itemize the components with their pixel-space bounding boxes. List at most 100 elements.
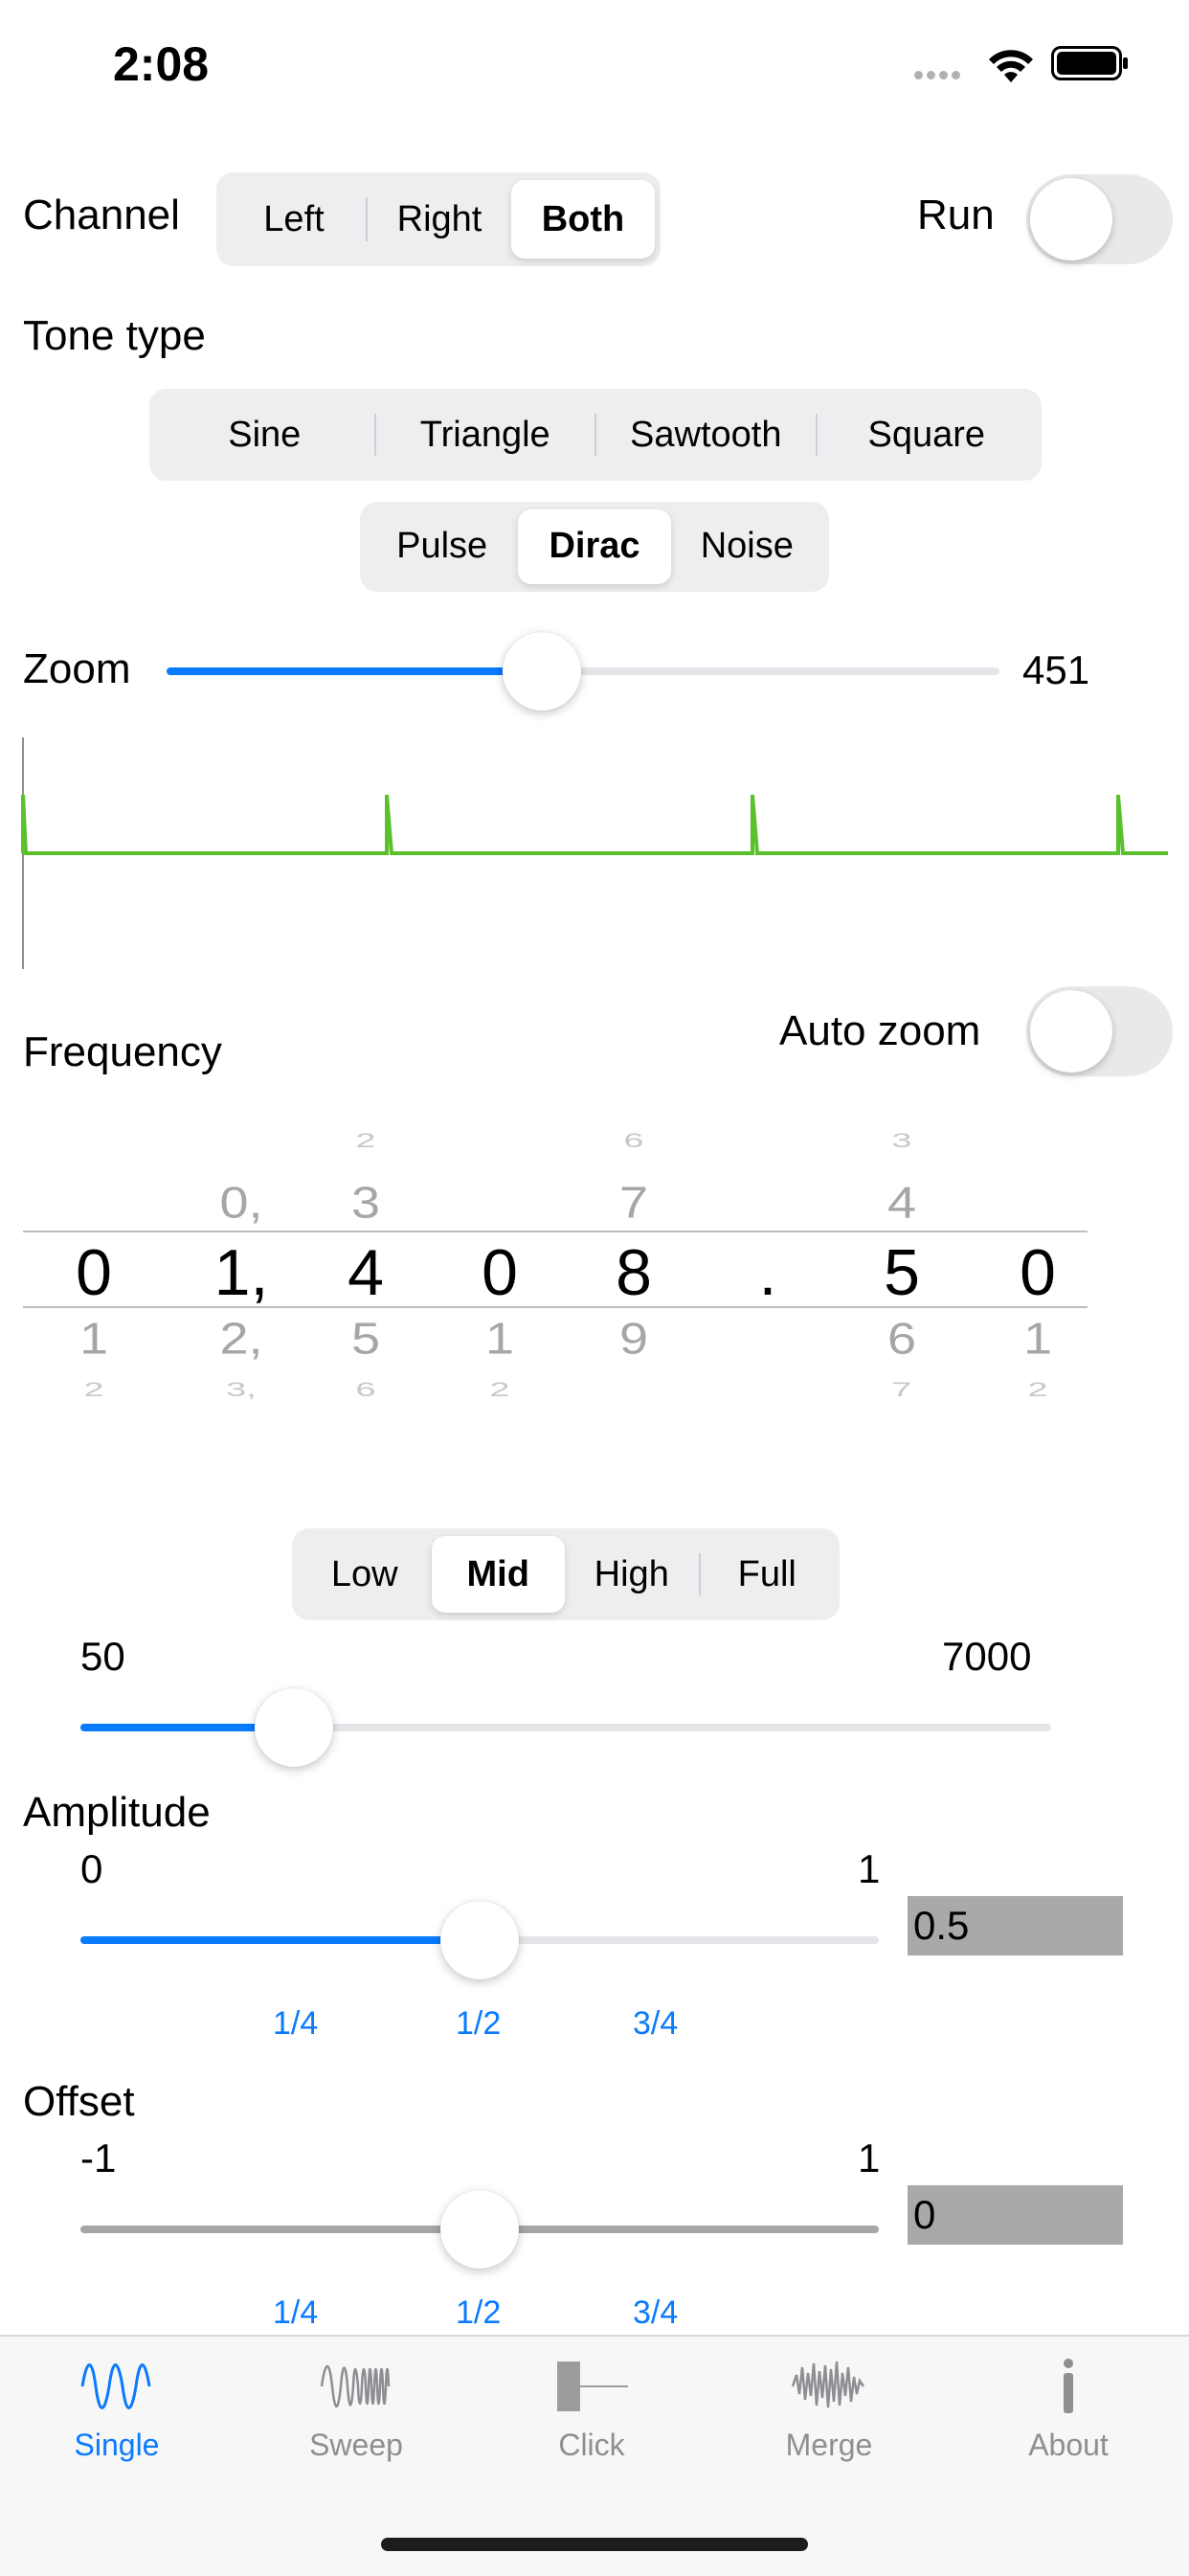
picker-digit: 6: [355, 1378, 376, 1401]
home-indicator: [381, 2538, 808, 2551]
sine-wave-icon: [80, 2363, 151, 2409]
picker-digit: 1: [1022, 1314, 1053, 1364]
tone-noise-option[interactable]: Noise: [671, 509, 823, 585]
picker-digit: 7: [618, 1178, 649, 1228]
offset-half-button[interactable]: 1/2: [456, 2294, 501, 2332]
picker-digit: 2: [1027, 1378, 1048, 1401]
tab-click-label: Click: [558, 2428, 625, 2462]
merge-wave-icon: [791, 2361, 865, 2408]
picker-digit: 1: [79, 1314, 109, 1364]
range-low-option[interactable]: Low: [298, 1536, 432, 1614]
tab-merge[interactable]: Merge: [733, 2358, 925, 2463]
auto-zoom-label: Auto zoom: [779, 1007, 981, 1054]
picker-digit: 5: [350, 1314, 381, 1364]
frequency-slider-thumb[interactable]: [255, 1688, 334, 1767]
wifi-icon: [989, 50, 1033, 82]
channel-both-option[interactable]: Both: [511, 179, 655, 260]
offset-max: 1: [858, 2135, 881, 2181]
range-full-option[interactable]: Full: [701, 1536, 835, 1614]
offset-value-field[interactable]: 0: [908, 2185, 1123, 2245]
channel-left-option[interactable]: Left: [222, 180, 366, 259]
offset-quarter-button[interactable]: 1/4: [273, 2294, 318, 2332]
channel-segmented-control[interactable]: Left Right Both: [216, 172, 661, 266]
amplitude-value-field[interactable]: 0.5: [908, 1896, 1123, 1955]
tab-single-label: Single: [74, 2428, 160, 2462]
offset-slider[interactable]: [80, 2190, 879, 2269]
tone-type-segmented-control-2[interactable]: Pulse Dirac Noise: [360, 502, 829, 592]
waveform-display: [21, 737, 1168, 969]
run-toggle[interactable]: [1026, 174, 1173, 264]
frequency-range-segmented-control[interactable]: Low Mid High Full: [292, 1528, 840, 1620]
frequency-slider[interactable]: [80, 1688, 1051, 1767]
frequency-range-max: 7000: [942, 1634, 1032, 1679]
picker-digit: 6: [886, 1314, 917, 1364]
picker-digit: 6: [623, 1129, 644, 1152]
picker-digit: 2,: [219, 1314, 263, 1364]
status-time: 2:08: [113, 37, 210, 91]
tone-pulse-option[interactable]: Pulse: [366, 509, 518, 585]
channel-right-option[interactable]: Right: [368, 180, 511, 259]
tone-dirac-option[interactable]: Dirac: [518, 508, 671, 585]
zoom-slider-thumb[interactable]: [502, 632, 581, 711]
zoom-slider-fill: [167, 667, 542, 675]
amplitude-quarter-button[interactable]: 1/4: [273, 2005, 318, 2043]
picker-digit: 2: [83, 1378, 104, 1401]
toggle-knob: [1030, 990, 1112, 1073]
tab-sweep-label: Sweep: [309, 2428, 403, 2462]
tab-sweep[interactable]: Sweep: [260, 2358, 452, 2463]
tone-triangle-option[interactable]: Triangle: [376, 396, 595, 474]
picker-selected-digit: 8: [616, 1236, 652, 1309]
offset-label: Offset: [23, 2078, 135, 2125]
picker-selected-digit: 0: [482, 1236, 518, 1309]
tone-sawtooth-option[interactable]: Sawtooth: [596, 396, 816, 474]
run-label: Run: [917, 192, 995, 238]
offset-three-quarter-button[interactable]: 3/4: [633, 2294, 678, 2332]
info-icon: [1064, 2359, 1073, 2413]
amplitude-half-button[interactable]: 1/2: [456, 2005, 501, 2043]
picker-digit: 0,: [219, 1178, 263, 1228]
tab-about-label: About: [1028, 2428, 1109, 2462]
tone-square-option[interactable]: Square: [818, 396, 1037, 474]
picker-digit: 3,: [226, 1378, 257, 1401]
toggle-knob: [1030, 178, 1112, 260]
picker-digit: 7: [891, 1378, 912, 1401]
tab-click[interactable]: Click: [496, 2358, 687, 2463]
amplitude-slider-thumb[interactable]: [440, 1901, 519, 1979]
tab-about[interactable]: About: [973, 2358, 1164, 2463]
signal-icon: [914, 67, 964, 84]
amplitude-label: Amplitude: [23, 1789, 211, 1836]
tab-single[interactable]: Single: [21, 2358, 213, 2463]
offset-slider-thumb[interactable]: [440, 2190, 519, 2269]
frequency-label: Frequency: [23, 1028, 222, 1075]
amplitude-slider-fill: [80, 1936, 480, 1944]
tab-merge-label: Merge: [785, 2428, 873, 2462]
channel-label: Channel: [23, 192, 180, 238]
sweep-wave-icon: [320, 2364, 391, 2408]
picker-selected-digit: 0: [76, 1236, 112, 1309]
amplitude-min: 0: [80, 1846, 103, 1891]
offset-min: -1: [80, 2135, 117, 2181]
tone-sine-option[interactable]: Sine: [155, 396, 374, 474]
picker-top-line: [23, 1231, 1088, 1232]
picker-digit: 1: [484, 1314, 515, 1364]
auto-zoom-toggle[interactable]: [1026, 986, 1173, 1076]
range-mid-option[interactable]: Mid: [431, 1535, 565, 1614]
picker-digit: 4: [886, 1178, 917, 1228]
waveform-trace: [21, 794, 1168, 855]
picker-selected-digit: 1,: [213, 1236, 269, 1309]
amplitude-three-quarter-button[interactable]: 3/4: [633, 2005, 678, 2043]
click-pulse-icon: [557, 2361, 628, 2411]
zoom-slider[interactable]: [167, 632, 999, 711]
amplitude-max: 1: [858, 1846, 881, 1891]
range-high-option[interactable]: High: [565, 1536, 699, 1614]
tone-type-label: Tone type: [23, 312, 206, 359]
picker-digit: 3: [891, 1129, 912, 1152]
tone-type-segmented-control[interactable]: Sine Triangle Sawtooth Square: [149, 389, 1042, 481]
picker-selected-digit: 5: [884, 1236, 920, 1309]
picker-digit: 2: [489, 1378, 510, 1401]
amplitude-slider[interactable]: [80, 1901, 879, 1979]
picker-digit: 3: [350, 1178, 381, 1228]
zoom-value: 451: [1022, 647, 1090, 692]
picker-digit: 2: [355, 1129, 376, 1152]
picker-selected-digit: 0: [1020, 1236, 1056, 1309]
